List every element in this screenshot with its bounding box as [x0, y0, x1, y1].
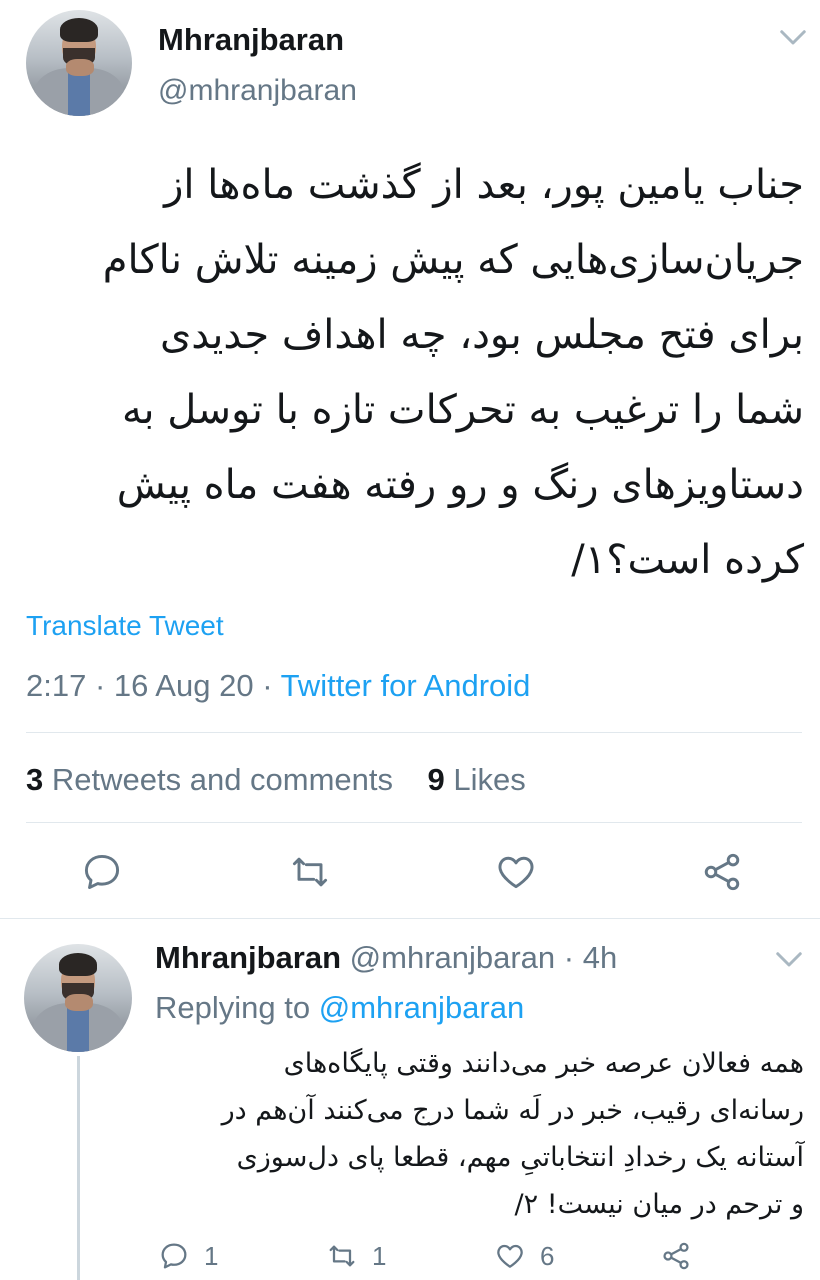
reply-text-line: رسانه‌ای رقیب، خبر در لَه شما درج می‌کنن…: [221, 1095, 804, 1126]
share-icon[interactable]: [700, 850, 744, 894]
heart-icon: [497, 1244, 523, 1268]
divider: [26, 732, 802, 733]
chevron-down-icon[interactable]: [778, 28, 808, 52]
retweets-stat[interactable]: 3 Retweets and comments: [26, 762, 393, 797]
heart-icon[interactable]: [494, 850, 538, 894]
tweet-text-line: جناب یامین پور، بعد از گذشت ماه‌ها از: [164, 162, 804, 208]
thread-line: [77, 1056, 80, 1280]
author-handle[interactable]: @mhranjbaran: [158, 74, 357, 108]
reply-author-name[interactable]: Mhranjbaran: [155, 940, 341, 975]
reply-like-button[interactable]: 6: [494, 1238, 554, 1274]
replying-prefix: Replying to: [155, 990, 311, 1025]
reply-share-button[interactable]: [660, 1238, 692, 1274]
tweet-text-line: دستاویزهای رنگ و رو رفته هفت ماه پیش: [116, 462, 804, 508]
comment-icon: [161, 1243, 187, 1269]
reply-separator: ·: [563, 940, 575, 975]
tweet-text-line: برای فتح مجلس بود، چه اهداف جدیدی: [159, 312, 804, 358]
tweet-meta: 2:17 · 16 Aug 20 · Twitter for Android: [26, 668, 530, 704]
tweet-source-link[interactable]: Twitter for Android: [281, 668, 531, 703]
tweet-date: 16 Aug 20: [113, 668, 254, 703]
replying-to: Replying to @mhranjbaran: [155, 990, 524, 1026]
tweet-text-line: شما را ترغیب به تحرکات تازه با توسل به: [121, 387, 804, 433]
meta-separator: ·: [94, 668, 106, 703]
divider: [26, 822, 802, 823]
reply-header: Mhranjbaran @mhranjbaran · 4h: [155, 940, 617, 976]
reply-author-avatar[interactable]: [24, 944, 132, 1052]
divider: [0, 918, 820, 919]
author-name[interactable]: Mhranjbaran: [158, 22, 344, 58]
reply-retweet-button[interactable]: 1: [326, 1238, 386, 1274]
comment-icon[interactable]: [80, 850, 124, 894]
chevron-down-icon[interactable]: [774, 950, 804, 974]
reply-age: 4h: [582, 940, 618, 975]
tweet-text-line: جریان‌سازی‌هایی که پیش زمینه تلاش ناکام: [102, 237, 804, 283]
translate-tweet-link[interactable]: Translate Tweet: [26, 610, 224, 642]
reply-text-line: همه فعالان عرصه خبر می‌دانند وقتی پایگاه…: [283, 1048, 804, 1079]
like-count: 6: [540, 1240, 555, 1271]
meta-separator: ·: [262, 668, 273, 703]
tweet-text-line: کرده است؟۱/: [571, 537, 804, 583]
retweets-count: 3: [26, 762, 44, 797]
author-avatar[interactable]: [26, 10, 132, 116]
retweet-icon[interactable]: [288, 850, 332, 894]
reply-count: 1: [204, 1240, 219, 1271]
reply-text-line: آستانه یک رخدادِ انتخاباتیِ مهم، قطعا پا…: [236, 1142, 804, 1173]
reply-text-line: و ترحم در میان نیست! ۲/: [514, 1189, 804, 1220]
reply-text: همه فعالان عرصه خبر می‌دانند وقتی پایگاه…: [150, 1040, 804, 1228]
likes-label: Likes: [453, 762, 526, 797]
reply-comment-button[interactable]: 1: [158, 1238, 218, 1274]
replying-to-handle[interactable]: @mhranjbaran: [319, 990, 525, 1025]
share-icon: [663, 1242, 689, 1270]
retweet-icon: [329, 1245, 355, 1267]
tweet-time: 2:17: [26, 668, 87, 703]
retweets-label: Retweets and comments: [51, 762, 394, 797]
likes-stat[interactable]: 9 Likes: [427, 762, 525, 797]
reply-author-handle[interactable]: @mhranjbaran: [350, 940, 556, 975]
tweet-text: جناب یامین پور، بعد از گذشت ماه‌ها از جر…: [30, 148, 804, 598]
likes-count: 9: [427, 762, 445, 797]
retweet-count: 1: [372, 1240, 387, 1271]
tweet-stats: 3 Retweets and comments 9 Likes: [26, 762, 526, 798]
